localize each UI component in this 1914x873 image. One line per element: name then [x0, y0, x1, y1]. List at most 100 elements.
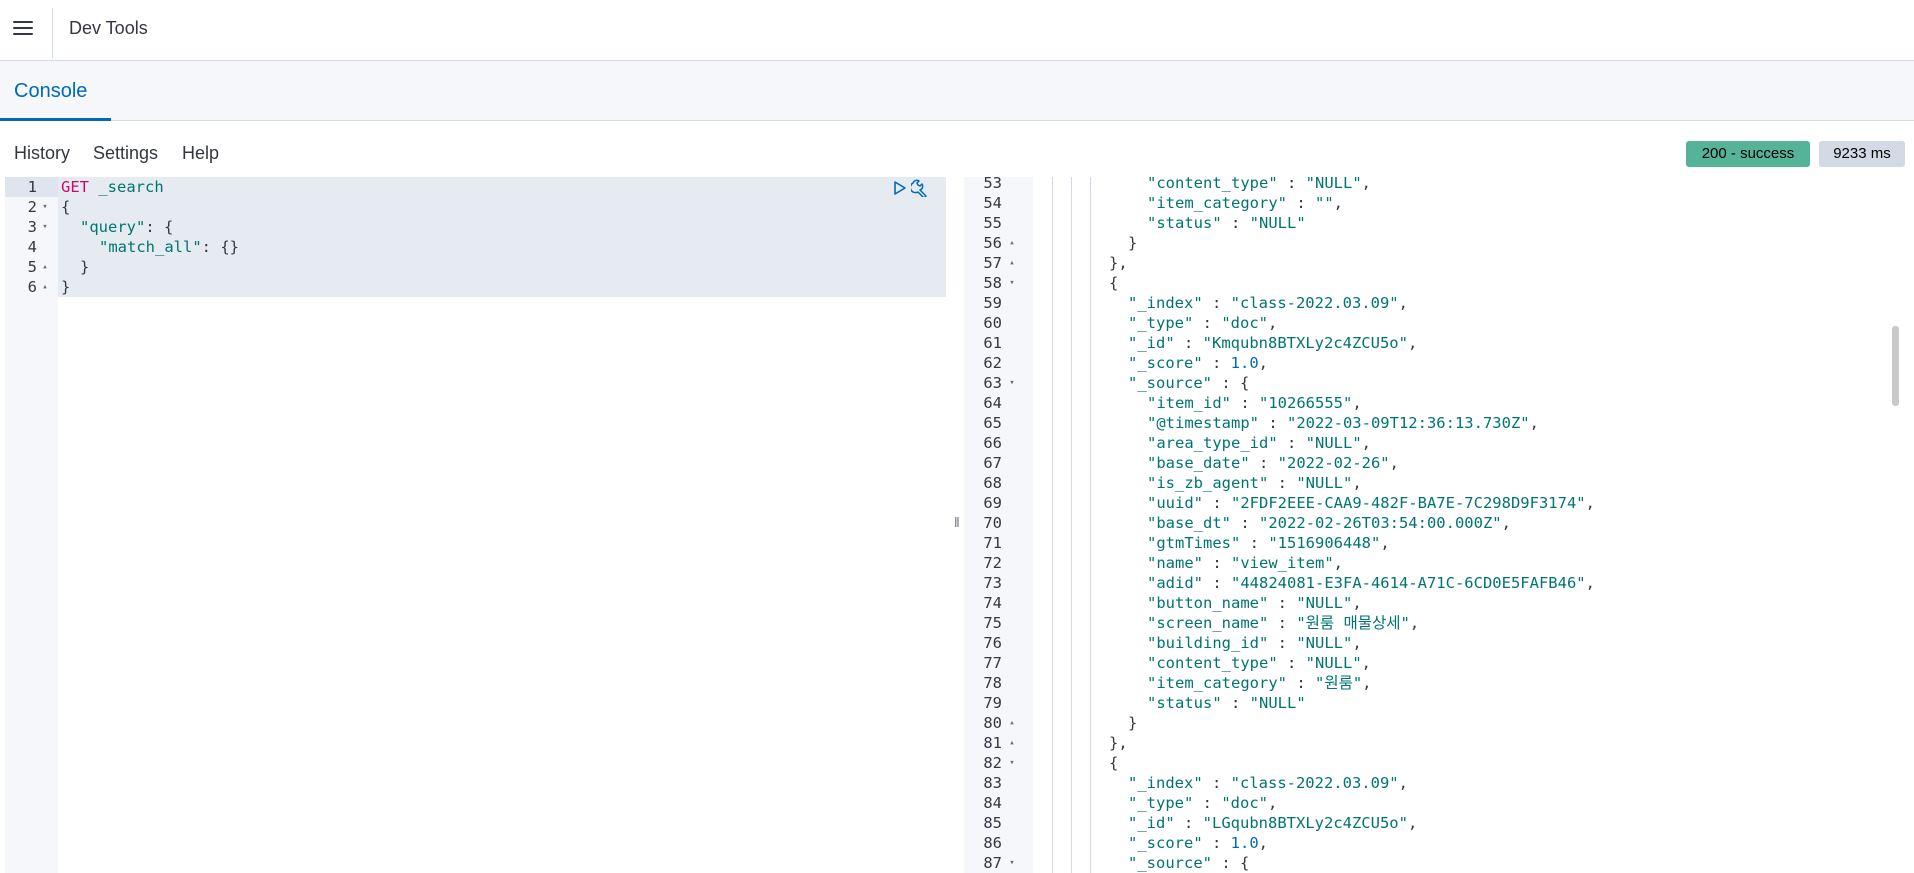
code-token: 1.0: [1230, 354, 1259, 372]
code-text: }: [80, 257, 89, 277]
code-token: :: [1174, 334, 1203, 352]
code-token: :: [1268, 474, 1297, 492]
fold-up-icon[interactable]: ▴: [1007, 713, 1017, 733]
code-token: "doc": [1221, 314, 1268, 332]
code-token: },: [1109, 734, 1128, 752]
code-token: :: [1258, 414, 1287, 432]
code-token: ,: [1585, 494, 1595, 512]
indent-guide: [1052, 177, 1053, 873]
code-token: "원룸": [1314, 674, 1363, 692]
code-token: ,: [1352, 634, 1362, 652]
request-editor[interactable]: 1 GET _search 2 ▾ {3 ▾ "query": {4 "match_all":…: [5, 177, 946, 873]
code-text: "query": {: [80, 217, 173, 237]
code-token: ,: [1333, 554, 1343, 572]
code-token: "_source": [1128, 374, 1212, 392]
code-token: _search: [89, 178, 164, 196]
code-token: ,: [1258, 834, 1268, 852]
code-token: "_type": [1128, 314, 1194, 332]
settings-link[interactable]: Settings: [93, 143, 158, 164]
line-number: 83: [983, 774, 1002, 792]
code-token: :: [1268, 634, 1297, 652]
code-token: },: [1109, 254, 1128, 272]
code-token: :: [1203, 574, 1231, 592]
code-text: "building_id" : "NULL",: [1147, 633, 1362, 653]
code-token: ,: [1361, 177, 1371, 192]
line-number: 67: [983, 454, 1002, 472]
fold-up-icon[interactable]: ▴: [40, 277, 50, 297]
line-number: 70: [983, 514, 1002, 532]
line-number: 64: [983, 394, 1002, 412]
play-icon[interactable]: [892, 180, 908, 196]
tab-bar: Console: [0, 61, 1914, 121]
response-scrollbar-thumb[interactable]: [1892, 326, 1899, 406]
fold-up-icon[interactable]: ▴: [40, 257, 50, 277]
code-token: }: [1128, 714, 1138, 732]
code-token: "building_id": [1147, 634, 1269, 652]
code-text: "name" : "view_item",: [1147, 553, 1343, 573]
code-token: "gtmTimes": [1147, 534, 1241, 552]
code-text: },: [1109, 253, 1128, 273]
drag-handle-icon[interactable]: ‖: [954, 514, 960, 530]
code-token: ,: [1407, 334, 1418, 352]
line-number: 80: [983, 714, 1002, 732]
wrench-icon[interactable]: [911, 179, 931, 197]
code-token: :: [1268, 594, 1297, 612]
code-token: ,: [1398, 774, 1408, 792]
fold-up-icon[interactable]: ▴: [1007, 253, 1017, 273]
line-number: 87: [983, 854, 1002, 872]
code-token: }: [61, 278, 71, 296]
help-link[interactable]: Help: [182, 143, 219, 164]
code-token: "원룸 매물상세": [1296, 614, 1410, 632]
code-token: "item_category": [1147, 674, 1287, 692]
line-number: 62: [983, 354, 1002, 372]
line-number: 69: [983, 494, 1002, 512]
code-token: "NULL": [1305, 177, 1362, 192]
code-token: : {: [1212, 854, 1250, 872]
line-number: 63: [983, 374, 1002, 392]
response-output[interactable]: 53 "content_type" : "NULL", 54 "item_catego…: [964, 177, 1914, 873]
code-token: "view_item": [1231, 554, 1334, 572]
tab-console[interactable]: Console: [0, 61, 111, 121]
fold-down-icon[interactable]: ▾: [1007, 853, 1017, 873]
code-token: "base_dt": [1147, 514, 1231, 532]
hamburger-menu-icon[interactable]: [10, 17, 36, 41]
code-token: "NULL": [1296, 474, 1353, 492]
line-number: 73: [983, 574, 1002, 592]
code-token: "_id": [1128, 814, 1175, 832]
app-title: Dev Tools: [69, 18, 148, 38]
code-token: ,: [1361, 434, 1371, 452]
response-scrollbar[interactable]: [1890, 177, 1902, 873]
fold-down-icon[interactable]: ▾: [1007, 753, 1017, 773]
code-token: ,: [1529, 414, 1539, 432]
fold-up-icon[interactable]: ▴: [1007, 733, 1017, 753]
fold-down-icon[interactable]: ▾: [40, 197, 50, 217]
code-line: 2 ▾ {: [5, 197, 946, 217]
code-token: ,: [1585, 574, 1595, 592]
fold-up-icon[interactable]: ▴: [1007, 233, 1017, 253]
line-number: 3: [27, 218, 37, 236]
code-text: {: [61, 197, 70, 217]
code-token: :: [1240, 534, 1269, 552]
code-token: "item_category": [1147, 194, 1287, 212]
code-text: "screen_name" : "원룸 매물상세",: [1147, 613, 1419, 633]
code-token: ,: [1258, 354, 1268, 372]
code-text: "area_type_id" : "NULL",: [1147, 433, 1371, 453]
code-token: ,: [1268, 314, 1278, 332]
fold-down-icon[interactable]: ▾: [1007, 273, 1017, 293]
code-text: "_id" : "LGqubn8BTXLy2c4ZCU5o",: [1128, 813, 1417, 833]
code-token: :: [1203, 494, 1231, 512]
code-token: "_score": [1128, 834, 1203, 852]
line-number: 81: [983, 734, 1002, 752]
code-token: "_type": [1128, 794, 1194, 812]
code-text: "_index" : "class-2022.03.09",: [1128, 773, 1408, 793]
line-number: 2: [27, 198, 37, 216]
code-token: "2022-02-26T03:54:00.000Z": [1259, 514, 1502, 532]
code-token: "is_zb_agent": [1147, 474, 1269, 492]
fold-down-icon[interactable]: ▾: [1007, 373, 1017, 393]
line-number: 66: [983, 434, 1002, 452]
fold-down-icon[interactable]: ▾: [40, 217, 50, 237]
history-link[interactable]: History: [14, 143, 70, 164]
header-divider: [52, 8, 53, 58]
code-token: "44824081-E3FA-4614-A71C-6CD0E5FAFB46": [1231, 574, 1586, 592]
code-text: "_type" : "doc",: [1128, 793, 1277, 813]
